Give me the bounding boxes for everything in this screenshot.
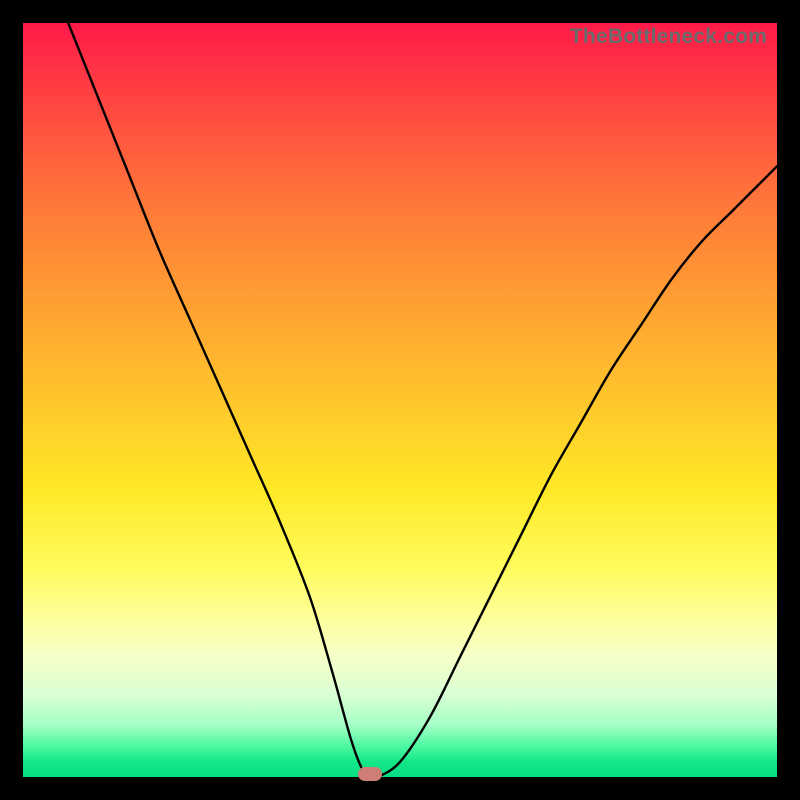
- optimal-point-marker: [358, 767, 382, 781]
- bottleneck-curve: [23, 23, 777, 777]
- plot-area: TheBottleneck.com: [23, 23, 777, 777]
- chart-frame: TheBottleneck.com: [0, 0, 800, 800]
